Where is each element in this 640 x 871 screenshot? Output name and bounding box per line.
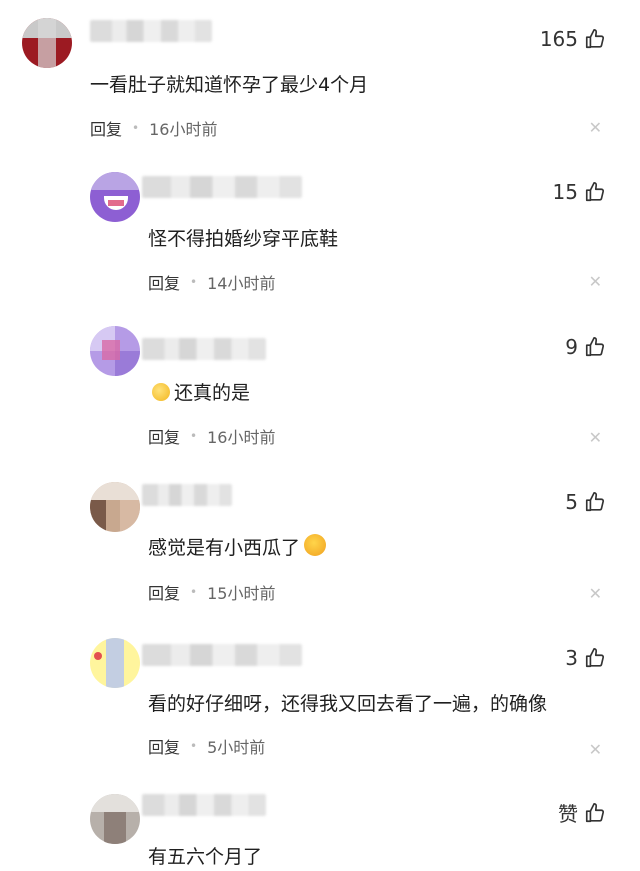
reply-button[interactable]: 回复 — [148, 580, 180, 604]
separator-dot: • — [190, 275, 198, 289]
like-count: 15 — [552, 180, 578, 204]
comment-text: 感觉是有小西瓜了 — [148, 533, 330, 560]
like-count: 3 — [565, 646, 578, 670]
close-icon[interactable]: ✕ — [589, 428, 602, 447]
username-blurred[interactable] — [142, 794, 266, 816]
separator-dot: • — [132, 121, 140, 135]
avatar[interactable] — [90, 482, 140, 532]
lemon-emoji-icon — [152, 383, 170, 401]
separator-dot: • — [190, 585, 198, 599]
comment-meta: 回复 • 16小时前 — [90, 116, 217, 140]
thumbs-up-icon — [585, 182, 605, 202]
timestamp: 16小时前 — [149, 120, 218, 139]
timestamp: 16小时前 — [207, 428, 276, 447]
close-icon[interactable]: ✕ — [589, 118, 602, 137]
close-icon[interactable]: ✕ — [589, 272, 602, 291]
like-button[interactable]: 5 — [565, 490, 606, 514]
comment-meta: 回复 • 14小时前 — [148, 270, 275, 294]
timestamp: 15小时前 — [207, 584, 276, 603]
username-blurred[interactable] — [90, 20, 212, 42]
thumbs-up-icon — [585, 802, 605, 822]
timestamp: 14小时前 — [207, 274, 276, 293]
username-blurred[interactable] — [142, 176, 302, 198]
separator-dot: • — [190, 429, 198, 443]
like-button[interactable]: 赞 — [558, 798, 606, 827]
thumbs-up-icon — [585, 492, 605, 512]
reply-button[interactable]: 回复 — [148, 424, 180, 448]
like-label: 赞 — [558, 802, 578, 826]
comment-text: 怪不得拍婚纱穿平底鞋 — [148, 228, 339, 250]
avatar[interactable] — [90, 638, 140, 688]
avatar[interactable] — [90, 794, 140, 844]
close-icon[interactable]: ✕ — [589, 740, 602, 759]
like-button[interactable]: 15 — [553, 180, 606, 204]
comment-text: 一看肚子就知道怀孕了最少4个月 — [90, 74, 369, 96]
thumbs-up-icon — [585, 29, 605, 49]
avatar[interactable] — [22, 18, 72, 68]
comment-text-content: 感觉是有小西瓜了 — [148, 537, 301, 559]
reply-button[interactable]: 回复 — [90, 116, 122, 140]
separator-dot: • — [190, 739, 198, 753]
avatar[interactable] — [90, 172, 140, 222]
comment-text: 还真的是 — [152, 378, 250, 405]
like-count: 165 — [539, 27, 578, 51]
reply-button[interactable]: 回复 — [148, 734, 180, 758]
reply-button[interactable]: 回复 — [148, 270, 180, 294]
comment-text: 有五六个月了 — [148, 846, 263, 868]
close-icon[interactable]: ✕ — [589, 584, 602, 603]
comment-text-content: 还真的是 — [174, 382, 251, 404]
username-blurred[interactable] — [142, 644, 302, 666]
comment-meta: 回复 • 5小时前 — [148, 734, 265, 758]
thumbs-up-icon — [585, 337, 605, 357]
comment-meta: 回复 • 16小时前 — [148, 424, 275, 448]
username-blurred[interactable] — [142, 338, 266, 360]
username-blurred[interactable] — [142, 484, 232, 506]
like-count: 9 — [565, 335, 578, 359]
timestamp: 5小时前 — [207, 738, 266, 757]
like-button[interactable]: 165 — [540, 27, 606, 51]
thumbs-up-icon — [585, 648, 605, 668]
like-button[interactable]: 9 — [565, 335, 606, 359]
comment-meta: 回复 • 15小时前 — [148, 580, 275, 604]
comment-text: 看的好仔细呀，还得我又回去看了一遍，的确像 — [148, 693, 548, 715]
avatar[interactable] — [90, 326, 140, 376]
like-count: 5 — [565, 490, 578, 514]
like-button[interactable]: 3 — [565, 646, 606, 670]
laughing-emoji-icon — [304, 534, 327, 556]
